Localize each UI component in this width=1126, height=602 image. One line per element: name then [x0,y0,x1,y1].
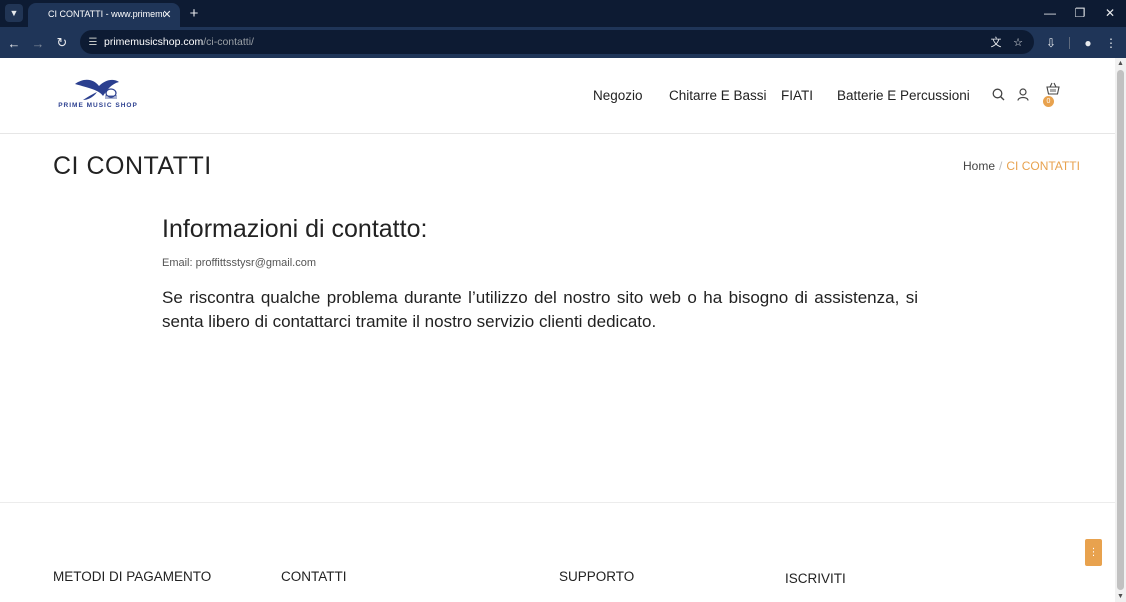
floating-dots-menu-icon[interactable]: ⋮ [1085,539,1102,566]
page-title: CI CONTATTI [53,152,212,180]
nav-item-fiati[interactable]: FIATI [781,88,813,103]
site-footer: METODI DI PAGAMENTO CONTATTI SUPPORTO IS… [0,502,1115,602]
contact-email: Email: proffittsstysr@gmail.com [162,257,316,269]
nav-item-chitarre-e-bassi[interactable]: Chitarre E Bassi [669,88,767,103]
page-scrollbar[interactable]: ▲ ▼ [1115,58,1126,602]
scroll-up-arrow-icon[interactable]: ▲ [1115,58,1126,69]
restore-icon[interactable]: ❐ [1070,3,1090,23]
profile-person-icon[interactable]: ● [1078,33,1098,53]
browser-tab[interactable]: CI CONTATTI - www.primemusicshop.com ✕ [28,3,180,27]
breadcrumb-current: CI CONTATTI [1006,159,1080,173]
install-app-icon[interactable]: ⇩ [1041,33,1061,53]
support-paragraph: Se riscontra qualche problema durante l’… [162,288,918,331]
url-host: primemusicshop.com [104,36,204,48]
browser-kebab-menu-icon[interactable]: ⋮ [1101,33,1121,53]
footer-heading-support: SUPPORTO [559,569,635,584]
url-path: /ci-contatti/ [203,36,254,48]
cart-count-badge: 0 [1043,96,1054,107]
nav-item-negozio[interactable]: Negozio [593,88,643,103]
scroll-down-arrow-icon[interactable]: ▼ [1115,591,1126,602]
site-info-tune-icon[interactable]: ☰ [86,35,100,49]
logo-text: PRIME MUSIC SHOP [58,102,138,109]
url-text[interactable]: primemusicshop.com/ci-contatti/ [104,36,254,48]
forward-arrow-right-icon[interactable]: → [28,33,48,53]
tab-search-chevron-down-icon[interactable]: ▼ [5,4,23,22]
reload-icon[interactable]: ↻ [52,33,72,53]
cart-basket-icon[interactable] [1045,80,1061,96]
scrollbar-thumb[interactable] [1117,70,1124,590]
site-header: PRIME MUSIC SHOP Negozio Chitarre E Bass… [0,58,1115,134]
breadcrumb-home-link[interactable]: Home [963,159,995,173]
account-user-icon[interactable] [1015,86,1031,102]
bookmark-star-icon[interactable]: ☆ [1010,34,1026,50]
breadcrumb-separator: / [999,159,1003,173]
footer-heading-payment-methods: METODI DI PAGAMENTO [53,569,212,584]
close-window-icon[interactable]: ✕ [1100,3,1120,23]
toolbar-divider [1069,37,1070,49]
footer-heading-contacts: CONTATTI [281,569,347,584]
tab-title: CI CONTATTI - www.primemusicshop.com [48,9,164,19]
page-viewport: PRIME MUSIC SHOP Negozio Chitarre E Bass… [0,58,1115,602]
close-tab-icon[interactable]: ✕ [160,7,174,21]
search-icon[interactable] [990,86,1006,102]
new-tab-plus-icon[interactable]: + [186,5,202,22]
nav-item-batterie-e-percussioni[interactable]: Batterie E Percussioni [837,88,970,103]
site-logo[interactable]: PRIME MUSIC SHOP [53,76,143,116]
browser-tab-bar: ▼ CI CONTATTI - www.primemusicshop.com ✕… [0,0,1126,27]
back-arrow-left-icon[interactable]: ← [4,33,24,53]
contact-info-heading: Informazioni di contatto: [162,215,428,243]
footer-heading-subscribe: ISCRIVITI [785,571,846,586]
address-bar[interactable]: ☰ primemusicshop.com/ci-contatti/ 文 ☆ [80,30,1034,54]
browser-toolbar: ← → ↻ ☰ primemusicshop.com/ci-contatti/ … [0,27,1126,58]
breadcrumb: Home / CI CONTATTI [963,159,1080,173]
translate-icon[interactable]: 文 [988,34,1004,50]
logo-bird-icon [75,79,119,100]
minimize-icon[interactable]: — [1040,3,1060,23]
